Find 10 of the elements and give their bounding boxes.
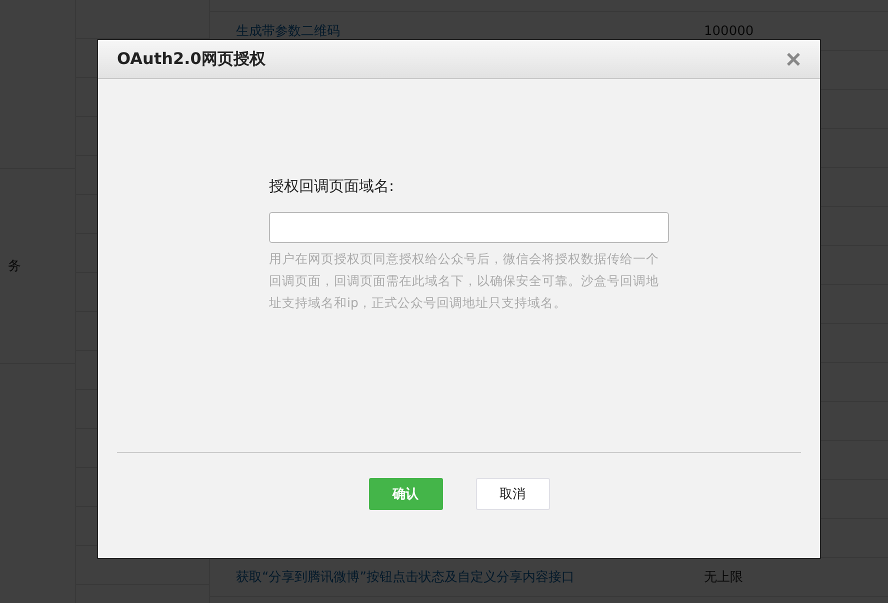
quota-value: 无上限 [704, 569, 743, 586]
help-text: 用户在网页授权页同意授权给公众号后，微信会将授权数据传给一个回调页面，回调页面需在此域名下，以确保安全可靠。沙盒号回调地址支持域名和ip，正式公众号回调地址只支持域名。 [269, 250, 660, 312]
field-label: 授权回调页面域名: [269, 177, 396, 196]
domain-input-field[interactable] [269, 212, 669, 243]
close-button[interactable]: × [786, 46, 801, 72]
cancel-button[interactable]: 取消 [476, 478, 550, 510]
quota-value: 100000 [704, 24, 754, 38]
dialog-title: OAuth2.0网页授权 [117, 48, 266, 70]
confirm-button[interactable]: 确认 [368, 478, 442, 510]
service-label: 务 [8, 258, 21, 275]
